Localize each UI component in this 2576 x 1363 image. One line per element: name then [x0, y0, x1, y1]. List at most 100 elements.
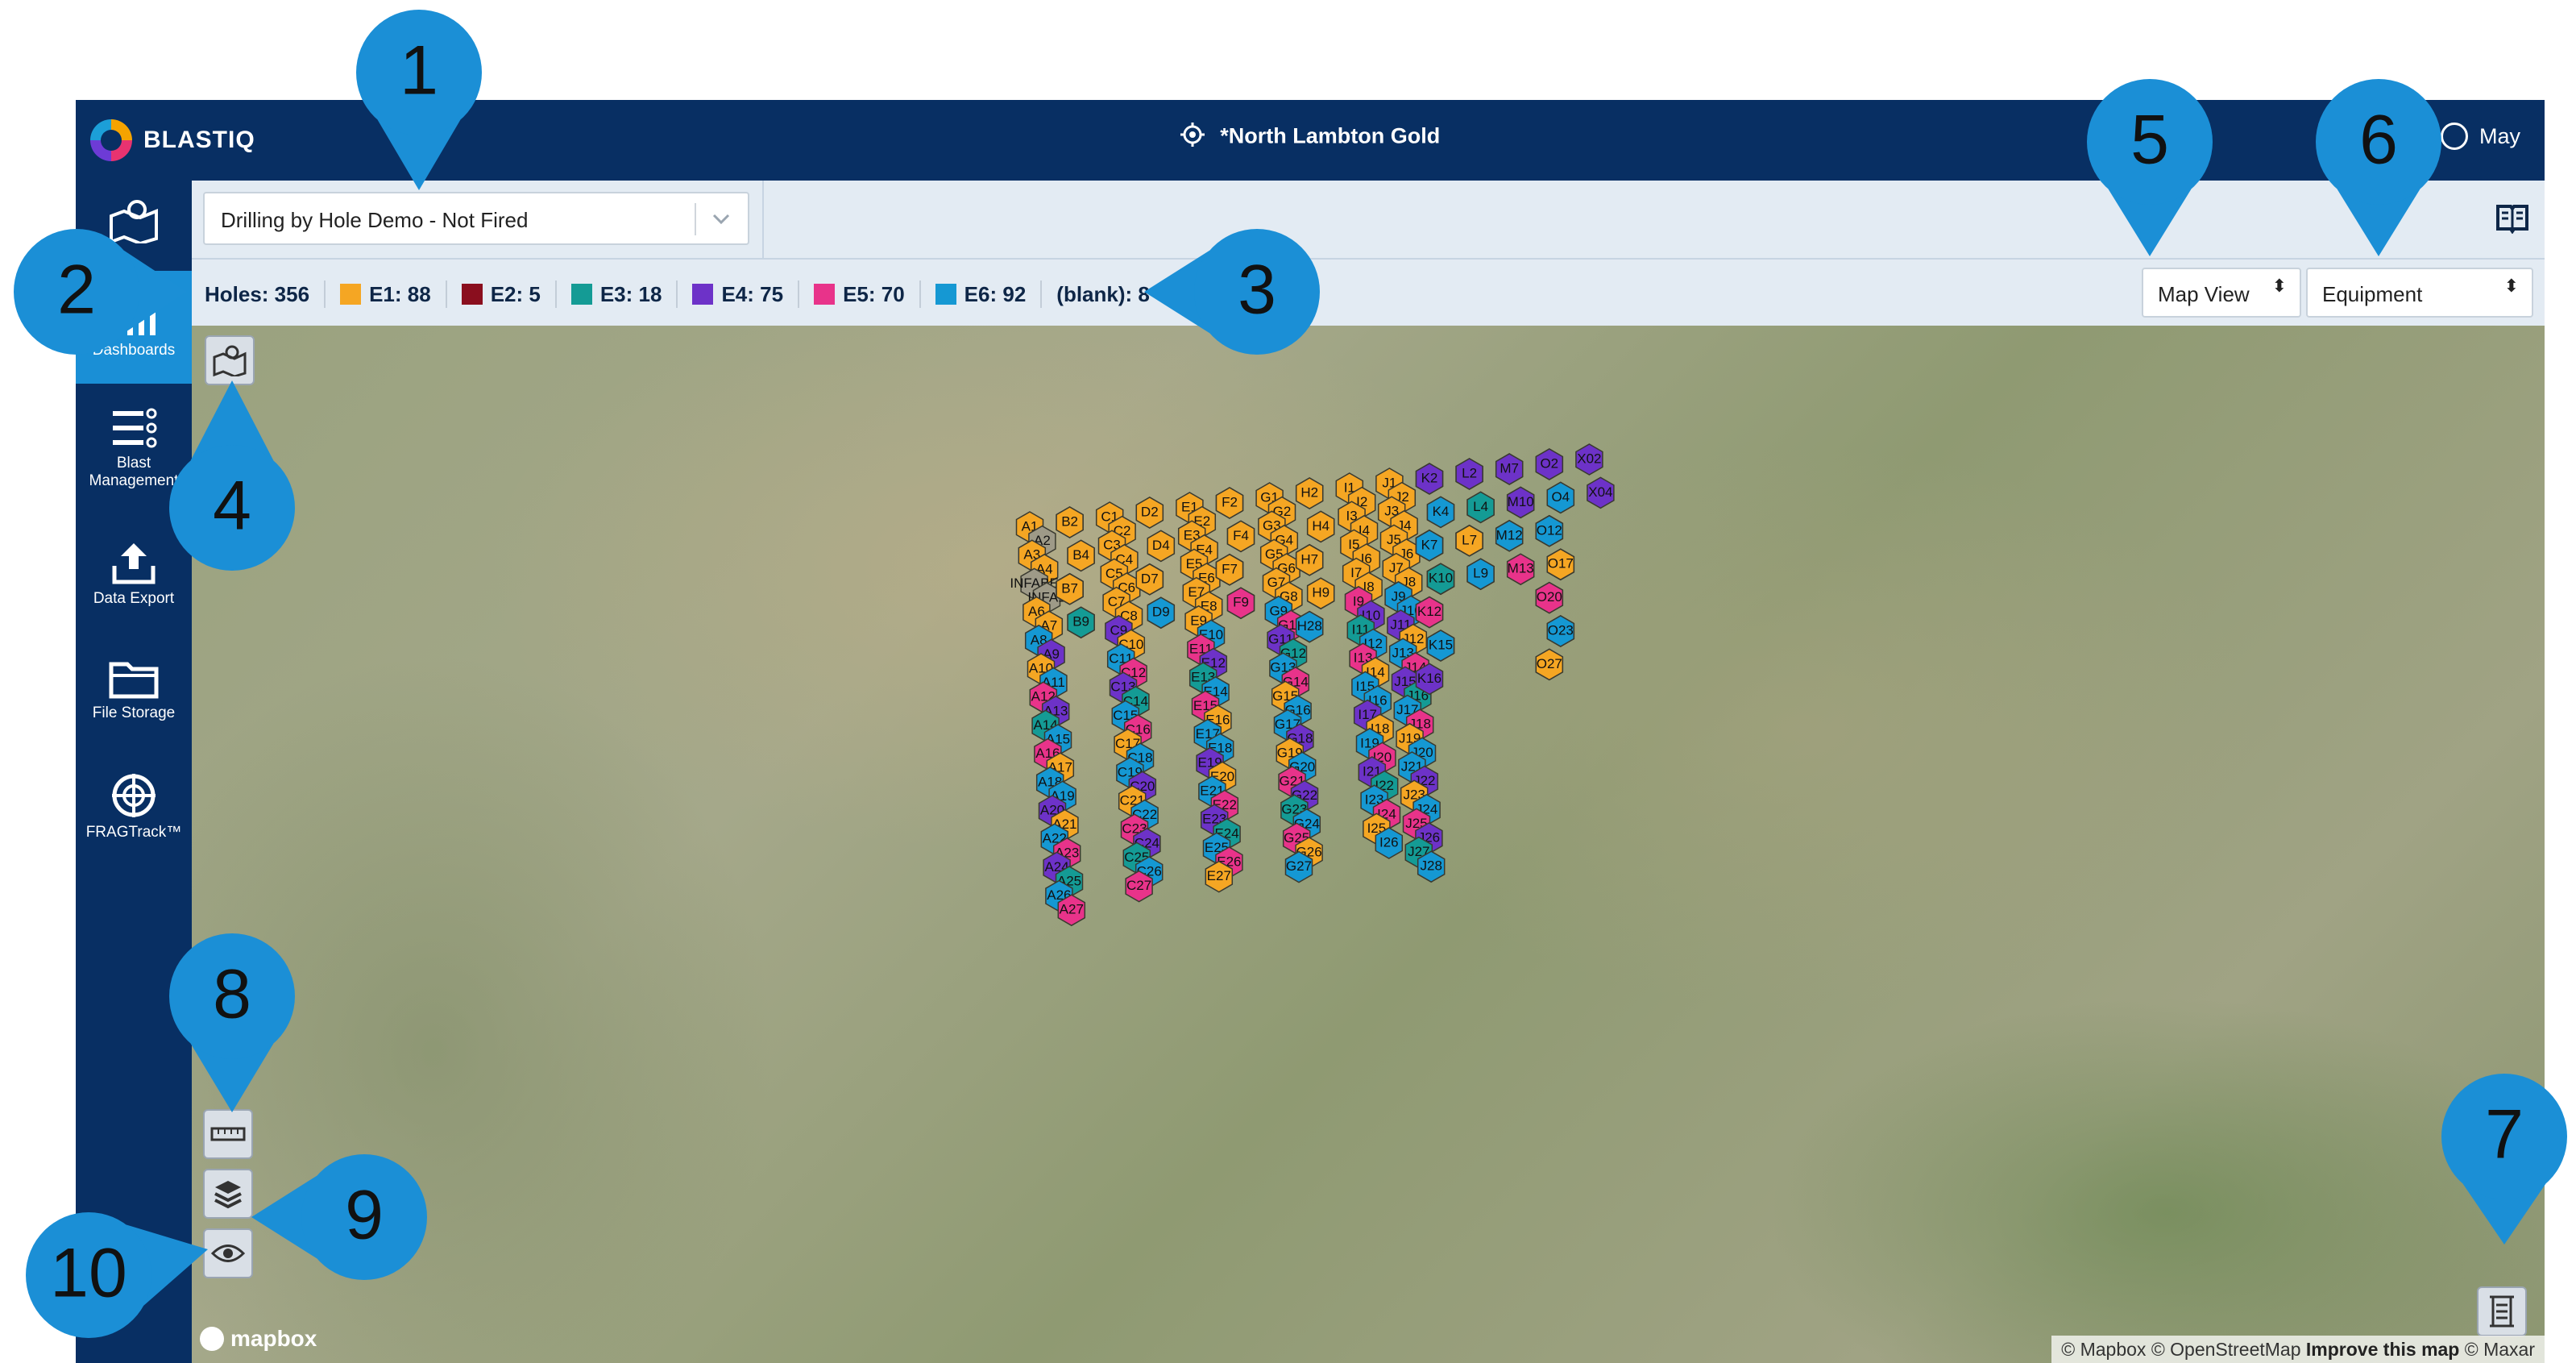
list-icon: [113, 408, 157, 448]
blast-hole[interactable]: H9: [1306, 577, 1335, 610]
sidebar-item-file-storage[interactable]: File Storage: [76, 656, 192, 722]
blast-hole[interactable]: O12: [1535, 514, 1564, 547]
user-menu[interactable]: May: [2440, 123, 2520, 150]
hole-label: K16: [1417, 671, 1441, 686]
sort-arrows-icon: ⬍: [2271, 276, 2287, 296]
hole-label: B4: [1072, 547, 1089, 563]
blast-hole[interactable]: H2: [1295, 477, 1324, 509]
hole-label: X04: [1588, 484, 1612, 500]
site-selector[interactable]: *North Lambton Gold: [76, 123, 2545, 152]
legend-item: E6: 92: [919, 280, 1041, 308]
attribution-mapbox[interactable]: © Mapbox: [2061, 1339, 2146, 1360]
blast-hole[interactable]: H4: [1306, 510, 1335, 543]
blast-hole[interactable]: K15: [1426, 630, 1455, 662]
legend-label: E5: 70: [843, 281, 905, 306]
eye-icon: [211, 1245, 245, 1262]
improve-map-link[interactable]: Improve this map: [2306, 1339, 2459, 1360]
blast-hole[interactable]: K4: [1426, 496, 1455, 529]
blast-hole[interactable]: L9: [1466, 558, 1495, 591]
hole-label: L9: [1473, 566, 1488, 581]
blast-hole[interactable]: B9: [1067, 606, 1095, 639]
blast-hole[interactable]: L7: [1455, 524, 1483, 557]
hole-label: K4: [1433, 504, 1450, 519]
blast-hole[interactable]: M13: [1506, 553, 1535, 586]
hole-label: F7: [1222, 561, 1238, 576]
sidebar-item-blast-management[interactable]: Blast Management: [76, 406, 192, 490]
blast-hole[interactable]: F4: [1226, 520, 1255, 553]
blast-hole[interactable]: F9: [1226, 587, 1255, 620]
map-icon: [110, 200, 158, 243]
mapbox-logo-text: mapbox: [230, 1326, 317, 1351]
sidebar-item-maps[interactable]: [76, 198, 192, 251]
blast-hole[interactable]: O20: [1535, 581, 1564, 614]
blast-hole[interactable]: L4: [1466, 491, 1495, 524]
map-view[interactable]: A1 A2 A3 A4 INFABE INFA1 A6 A7 A8 A9 A10 A11 A12 A13 A…: [192, 326, 2545, 1363]
sidebar-item-fragtrack[interactable]: FRAGTrack™: [76, 772, 192, 841]
blast-hole[interactable]: L2: [1455, 458, 1483, 490]
sidebar-item-dashboards[interactable]: Dashboards: [76, 271, 192, 384]
layers-button[interactable]: [203, 1169, 253, 1219]
legend-label: E2: 5: [490, 281, 541, 306]
hole-label: B9: [1072, 614, 1089, 630]
folder-icon: [109, 662, 159, 699]
hole-label: F9: [1233, 595, 1249, 610]
blast-hole[interactable]: D4: [1147, 530, 1176, 563]
hole-label: G27: [1286, 858, 1312, 874]
attribution-maxar[interactable]: © Maxar: [2465, 1339, 2535, 1360]
hole-label: K7: [1421, 537, 1438, 552]
blast-pattern[interactable]: A1A2A3A4INFABEINFA1A6A7A8A9A10A11A12A13A…: [192, 326, 2545, 1363]
blast-hole[interactable]: D9: [1147, 596, 1176, 630]
blast-hole[interactable]: K10: [1426, 563, 1455, 596]
color-by-select[interactable]: Equipment ⬍: [2306, 268, 2533, 318]
blast-select[interactable]: Drilling by Hole Demo - Not Fired: [203, 192, 749, 245]
view-select[interactable]: Map View ⬍: [2142, 268, 2301, 318]
hole-label: D7: [1141, 571, 1159, 586]
app-window: BLASTIQ *North Lambton Gold May Dashboar…: [76, 100, 2545, 1363]
user-avatar-icon: [2440, 123, 2468, 150]
blast-hole[interactable]: O4: [1546, 481, 1575, 514]
blast-hole[interactable]: X04: [1587, 476, 1615, 509]
blast-hole[interactable]: O17: [1546, 548, 1575, 581]
top-bar: BLASTIQ *North Lambton Gold May: [76, 100, 2545, 181]
blast-hole[interactable]: M12: [1495, 519, 1524, 552]
legend-item: E4: 75: [676, 280, 798, 308]
depth-profile-button[interactable]: [2477, 1286, 2527, 1336]
blast-hole[interactable]: X02: [1575, 443, 1603, 476]
blast-hole[interactable]: M7: [1495, 453, 1524, 485]
legend-label: E3: 18: [599, 281, 662, 306]
hole-label: L2: [1462, 465, 1477, 480]
blast-hole[interactable]: B4: [1067, 539, 1095, 572]
book-icon[interactable]: [2495, 202, 2530, 238]
chart-icon: [116, 298, 156, 335]
hole-label: B7: [1061, 580, 1078, 596]
blast-hole[interactable]: K2: [1415, 463, 1444, 495]
visibility-button[interactable]: [203, 1228, 253, 1278]
site-name: *North Lambton Gold: [1220, 123, 1441, 148]
hole-label: O4: [1551, 489, 1570, 505]
measure-button[interactable]: [203, 1109, 253, 1159]
hole-label: B2: [1061, 513, 1078, 529]
map-attribution: © Mapbox © OpenStreetMap Improve this ma…: [2051, 1336, 2545, 1363]
hole-label: H4: [1312, 518, 1329, 534]
hole-label: M10: [1508, 494, 1534, 509]
attribution-osm[interactable]: © OpenStreetMap: [2151, 1339, 2301, 1360]
mapbox-mark-icon: [200, 1327, 224, 1351]
blast-hole[interactable]: B2: [1056, 506, 1084, 538]
blast-hole[interactable]: O27: [1535, 648, 1564, 681]
blast-hole[interactable]: O2: [1535, 448, 1564, 480]
blast-hole[interactable]: F2: [1215, 487, 1244, 519]
blast-hole[interactable]: M10: [1506, 486, 1535, 519]
map-style-button[interactable]: [205, 335, 255, 385]
blast-hole[interactable]: D2: [1135, 497, 1164, 529]
hole-label: O17: [1548, 556, 1574, 571]
map-icon: [213, 345, 247, 376]
legend-item: E2: 5: [445, 280, 555, 308]
hole-label: L7: [1462, 532, 1477, 547]
target-icon: [112, 774, 156, 817]
sidebar-item-label: File Storage: [92, 704, 176, 721]
blast-hole[interactable]: O23: [1546, 615, 1575, 647]
sidebar-item-data-export[interactable]: Data Export: [76, 540, 192, 608]
view-select-value: Map View: [2158, 282, 2250, 306]
mapbox-logo[interactable]: mapbox: [200, 1326, 317, 1352]
hole-label: M7: [1500, 460, 1519, 476]
